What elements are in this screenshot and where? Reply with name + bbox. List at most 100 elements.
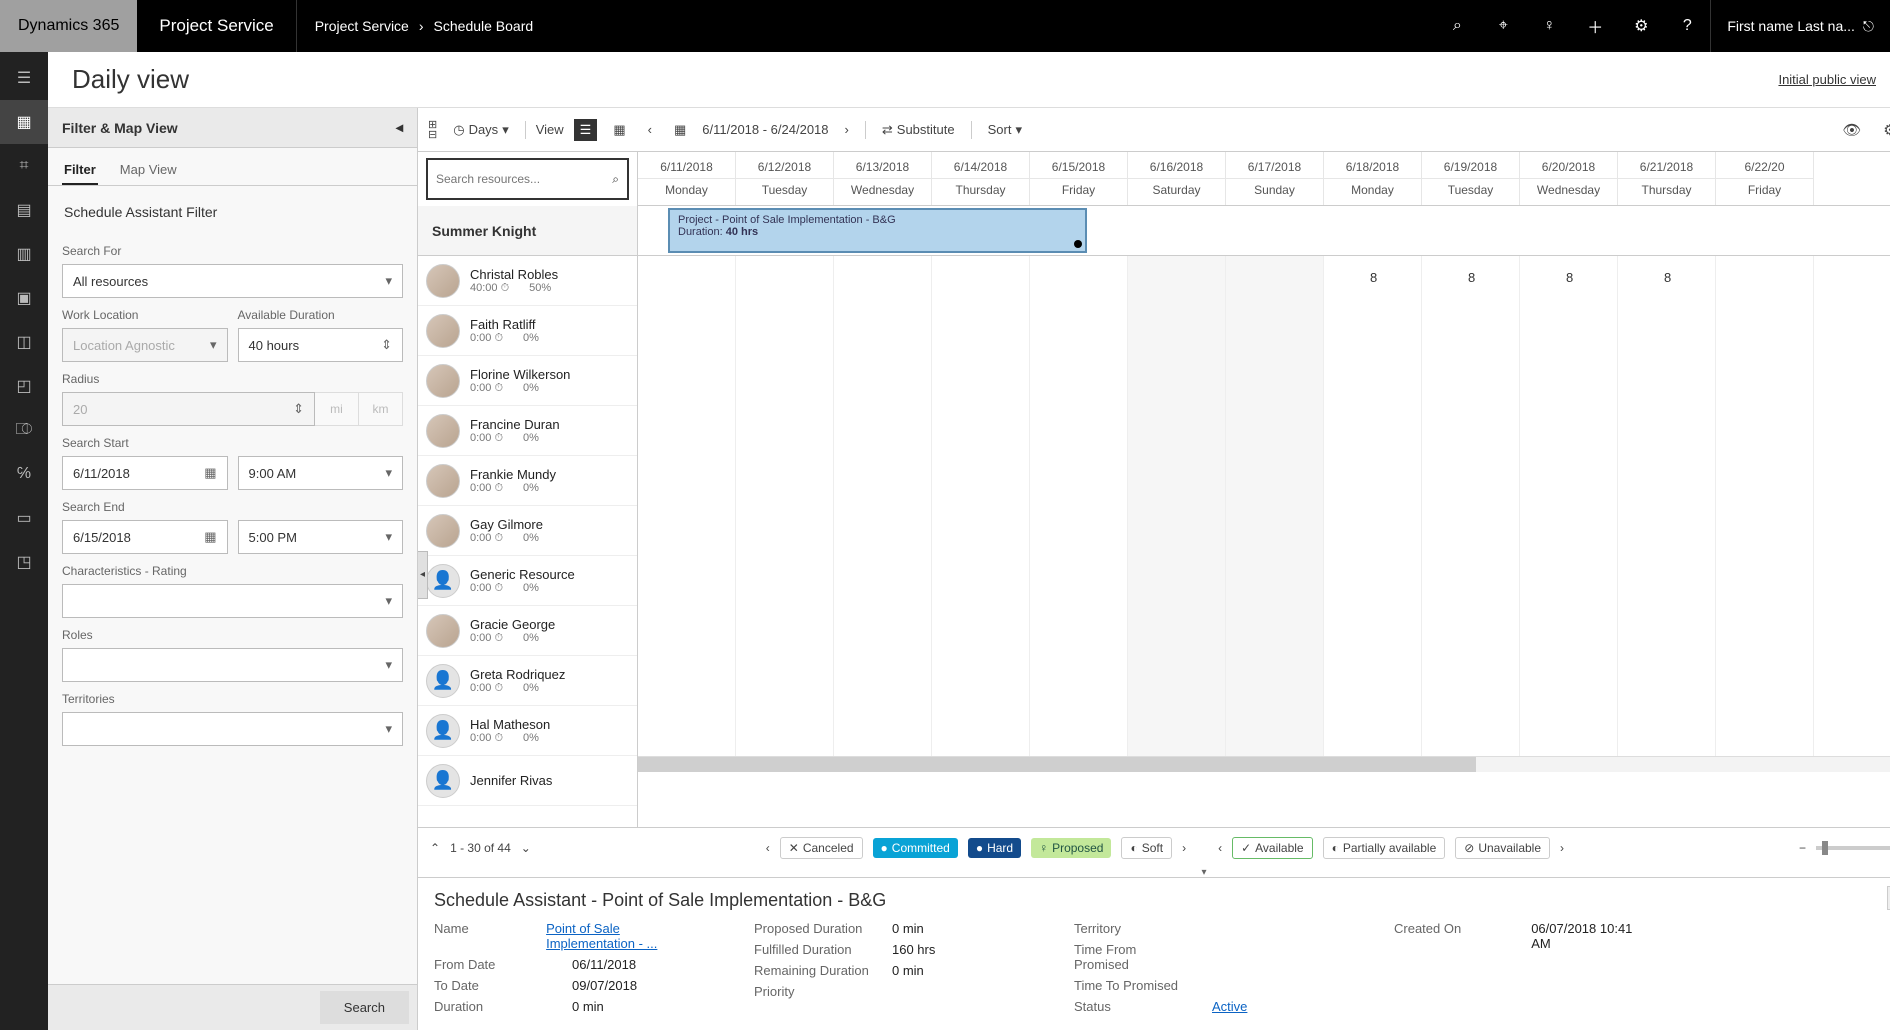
nav-item-10[interactable]: ▭ — [0, 496, 48, 540]
legend-canceled[interactable]: ✕ Canceled — [780, 837, 863, 859]
zoom-out-icon[interactable]: − — [1799, 841, 1806, 855]
nav-item-1[interactable]: ▦ — [0, 100, 48, 144]
booking-duration-label: Duration: — [678, 226, 726, 238]
crumb-schedule-board[interactable]: Schedule Board — [434, 18, 534, 34]
roles-select[interactable]: ▾ — [62, 648, 403, 682]
resource-row[interactable]: 👤Greta Rodriquez0:00 ⏱0% — [418, 656, 637, 706]
territories-select[interactable]: ▾ — [62, 712, 403, 746]
search-icon[interactable]: ⌕ — [612, 172, 619, 187]
detail-label: Priority — [754, 984, 874, 999]
nav-item-9[interactable]: ℅ — [0, 452, 48, 496]
view-list-icon[interactable]: ☰ — [574, 119, 598, 141]
resource-pct: 0% — [523, 532, 539, 545]
exit-search-button[interactable]: Exit Search✕ — [1887, 886, 1890, 910]
legend-partial[interactable]: ◐ Partially available — [1323, 837, 1446, 859]
person-icon: ⎋ — [1863, 18, 1874, 35]
nav-item-11[interactable]: ◳ — [0, 540, 48, 584]
nav-item-6[interactable]: ◫ — [0, 320, 48, 364]
nav-item-2[interactable]: ⌗ — [0, 144, 48, 188]
zoom-slider[interactable] — [1816, 846, 1890, 850]
calendar-picker-icon[interactable]: ▦ — [668, 118, 692, 142]
prev-status-icon[interactable]: ‹ — [766, 841, 770, 855]
tab-map-view[interactable]: Map View — [118, 156, 179, 185]
legend-soft[interactable]: ◐ Soft — [1121, 837, 1172, 859]
resource-search[interactable]: ⌕ — [426, 158, 629, 200]
sort-button[interactable]: Sort ▾ — [982, 118, 1028, 142]
board-gear-icon[interactable]: ⚙ — [1876, 121, 1890, 139]
resource-row[interactable]: 👤Hal Matheson0:00 ⏱0% — [418, 706, 637, 756]
detail-label: Name — [434, 921, 528, 951]
next-status-icon[interactable]: › — [1182, 841, 1186, 855]
task-icon[interactable]: ⌖ — [1480, 0, 1526, 52]
help-icon[interactable]: ? — [1664, 0, 1710, 52]
add-icon[interactable]: ＋ — [1572, 0, 1618, 52]
resource-row[interactable]: Florine Wilkerson0:00 ⏱0% — [418, 356, 637, 406]
tab-filter[interactable]: Filter — [62, 156, 98, 185]
resource-row[interactable]: Francine Duran0:00 ⏱0% — [418, 406, 637, 456]
gear-icon[interactable]: ⚙ — [1618, 0, 1664, 52]
search-start-time[interactable]: 9:00 AM▾ — [238, 456, 404, 490]
nav-item-7[interactable]: ◰ — [0, 364, 48, 408]
nav-item-4[interactable]: ▥ — [0, 232, 48, 276]
resource-row[interactable]: Christal Robles40:00 ⏱50% — [418, 256, 637, 306]
crumb-project-service[interactable]: Project Service — [315, 18, 409, 34]
lightbulb-icon[interactable]: ♀ — [1526, 0, 1572, 52]
legend-available[interactable]: ✓ Available — [1232, 837, 1313, 859]
characteristics-select[interactable]: ▾ — [62, 584, 403, 618]
page-down-icon[interactable]: ⌄ — [521, 841, 531, 855]
detail-value: 06/11/2018 — [572, 957, 636, 972]
next-avail-icon[interactable]: › — [1560, 841, 1564, 855]
legend-proposed[interactable]: ♀ Proposed — [1031, 838, 1111, 858]
available-duration-stepper[interactable]: 40 hours⇕ — [238, 328, 404, 362]
booking-card[interactable]: Project - Point of Sale Implementation -… — [668, 208, 1087, 253]
schedule-grid[interactable]: 6/11/2018Monday6/12/2018Tuesday6/13/2018… — [638, 152, 1890, 827]
requirement-link[interactable]: Point of Sale Implementation - ... — [546, 921, 694, 951]
search-for-select[interactable]: All resources▾ — [62, 264, 403, 298]
legend-hard[interactable]: ● Hard — [968, 838, 1021, 858]
search-start-date[interactable]: 6/11/2018▦ — [62, 456, 228, 490]
day-header: 6/14/2018Thursday — [932, 152, 1030, 205]
expand-rows-icon[interactable]: ⊞⊟ — [428, 120, 437, 140]
prev-avail-icon[interactable]: ‹ — [1218, 841, 1222, 855]
view-name[interactable]: Initial public view — [1778, 72, 1876, 87]
legend-unavailable[interactable]: ⊘ Unavailable — [1455, 837, 1550, 859]
resource-pct: 0% — [523, 382, 539, 395]
breadcrumb[interactable]: Project Service › Schedule Board — [297, 0, 551, 52]
nav-item-5[interactable]: ▣ — [0, 276, 48, 320]
collapse-filter-handle[interactable]: ◂ — [418, 551, 428, 599]
view-grid-icon[interactable]: ▦ — [607, 118, 631, 142]
resource-row[interactable]: Gay Gilmore0:00 ⏱0% — [418, 506, 637, 556]
collapse-left-icon[interactable]: ◂ — [396, 119, 403, 136]
horizontal-scrollbar[interactable] — [638, 756, 1890, 772]
substitute-button[interactable]: ⇄ Substitute — [876, 118, 961, 142]
status-link[interactable]: Active — [1212, 999, 1247, 1014]
eye-icon[interactable]: 👁 — [1838, 121, 1866, 139]
hamburger-icon[interactable]: ☰ — [0, 56, 48, 100]
resource-row-selected[interactable]: Summer Knight — [418, 206, 637, 256]
avatar: 👤 — [426, 714, 460, 748]
user-menu[interactable]: First name Last na... ⎋ — [1710, 0, 1890, 52]
nav-item-3[interactable]: ▤ — [0, 188, 48, 232]
detail-label: To Date — [434, 978, 554, 993]
legend-committed[interactable]: ● Committed — [873, 838, 958, 858]
timescale-days[interactable]: ◷ Days ▾ — [447, 118, 515, 142]
resource-row[interactable]: 👤Generic Resource0:00 ⏱0% — [418, 556, 637, 606]
nav-item-8[interactable]: ⎄ — [0, 408, 48, 452]
page-title: Daily view — [72, 64, 189, 95]
search-end-date[interactable]: 6/15/2018▦ — [62, 520, 228, 554]
search-button[interactable]: Search — [320, 991, 409, 1024]
left-nav-rail: ☰ ▦ ⌗ ▤ ▥ ▣ ◫ ◰ ⎄ ℅ ▭ ◳ — [0, 52, 48, 1030]
resource-search-input[interactable] — [436, 172, 612, 186]
resource-row[interactable]: Faith Ratliff0:00 ⏱0% — [418, 306, 637, 356]
expand-down-handle[interactable]: ▾ — [1201, 867, 1206, 877]
next-period-icon[interactable]: › — [839, 118, 855, 141]
search-end-time[interactable]: 5:00 PM▾ — [238, 520, 404, 554]
resource-row[interactable]: 👤Jennifer Rivas — [418, 756, 637, 806]
prev-period-icon[interactable]: ‹ — [642, 118, 658, 141]
day-header: 6/21/2018Thursday — [1618, 152, 1716, 205]
resource-row[interactable]: Gracie George0:00 ⏱0% — [418, 606, 637, 656]
resource-row[interactable]: Frankie Mundy0:00 ⏱0% — [418, 456, 637, 506]
search-icon[interactable]: ⌕ — [1434, 0, 1480, 52]
resource-name: Faith Ratliff — [470, 317, 539, 332]
page-up-icon[interactable]: ⌃ — [430, 841, 440, 855]
